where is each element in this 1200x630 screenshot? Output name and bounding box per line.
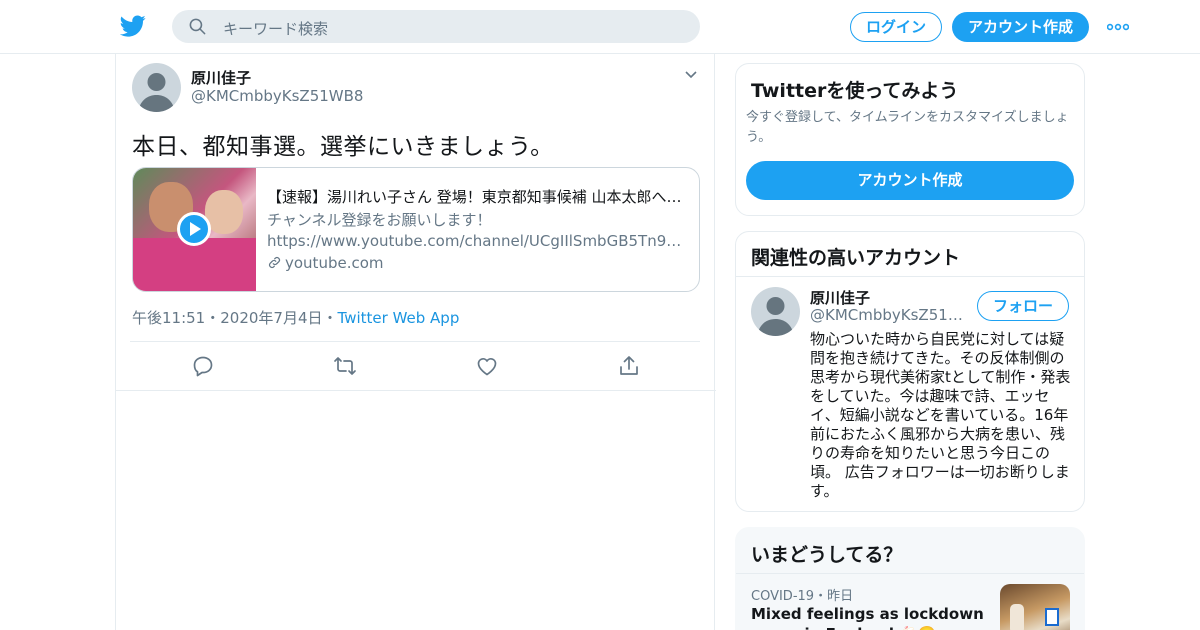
tweet-date[interactable]: 2020年7月4日	[220, 309, 322, 327]
trend-meta: COVID-19・昨日	[751, 585, 853, 604]
retweet-icon[interactable]	[333, 354, 357, 378]
related-accounts-module: 関連性の高いアカウント 原川佳子 @KMCmbbyKsZ51WB8 フォロー 物…	[735, 231, 1085, 512]
trend-headline[interactable]: Mixed feelings as lockdown eases in Engl…	[751, 604, 991, 630]
whats-happening-module: いまどうしてる？ COVID-19・昨日 Mixed feelings as l…	[735, 527, 1085, 630]
default-avatar-icon	[138, 73, 175, 112]
default-avatar-icon	[757, 297, 794, 336]
separator: ・	[322, 309, 338, 327]
play-icon[interactable]	[177, 212, 211, 246]
tweet-metadata: 午後11:51・2020年7月4日・Twitter Web App	[132, 307, 459, 328]
divider	[736, 276, 1084, 277]
trend-image[interactable]	[1000, 584, 1070, 630]
avatar[interactable]	[132, 63, 181, 112]
signup-prompt-module: Twitterを使ってみよう 今すぐ登録して、タイムラインをカスタマイズしましょ…	[735, 63, 1085, 216]
divider	[116, 390, 716, 391]
share-icon[interactable]	[617, 354, 641, 378]
card-text: 【速報】湯川れい子さん 登場！東京都知事候補 山本太郎へ… チャンネル登録をお願…	[267, 186, 687, 272]
module-title: 関連性の高いアカウント	[751, 247, 961, 269]
card-domain-text: youtube.com	[285, 254, 384, 272]
account-handle[interactable]: @KMCmbbyKsZ51WB8	[810, 306, 970, 324]
link-preview-card[interactable]: 【速報】湯川れい子さん 登場！東京都知事候補 山本太郎へ… チャンネル登録をお願…	[132, 167, 700, 292]
separator: ・	[205, 309, 221, 327]
signup-button[interactable]: アカウント作成	[952, 12, 1089, 42]
tweet-source-app[interactable]: Twitter Web App	[338, 309, 460, 327]
tweet-actions	[116, 354, 716, 380]
card-description: チャンネル登録をお願いします！	[267, 211, 492, 229]
card-domain: youtube.com	[267, 254, 687, 272]
separator: ・	[814, 589, 828, 604]
account-bio: 物心ついた時から自民党に対しては疑問を抱き続けてきた。その反体制側の思考から現代…	[810, 330, 1071, 500]
reply-icon[interactable]	[191, 354, 215, 378]
like-icon[interactable]	[475, 354, 499, 378]
divider	[130, 341, 700, 342]
chevron-down-icon[interactable]	[684, 70, 698, 80]
tweet-detail-column: 原川佳子 @KMCmbbyKsZ51WB8 本日、都知事選。選挙にいきましょう。…	[115, 54, 716, 630]
search-input-placeholder[interactable]: キーワード検索	[223, 18, 328, 39]
top-navigation-bar: キーワード検索 ログイン アカウント作成	[0, 0, 1200, 54]
search-box[interactable]: キーワード検索	[172, 10, 700, 43]
login-button[interactable]: ログイン	[850, 12, 942, 42]
video-thumbnail[interactable]	[133, 168, 256, 291]
card-title: 【速報】湯川れい子さん 登場！東京都知事候補 山本太郎へ…	[267, 188, 682, 206]
create-account-button[interactable]: アカウント作成	[746, 161, 1074, 200]
module-title: いまどうしてる？	[751, 544, 903, 566]
link-icon	[268, 256, 281, 269]
tweet-time[interactable]: 午後11:51	[132, 309, 205, 327]
follow-button[interactable]: フォロー	[977, 291, 1069, 321]
tweet-text: 本日、都知事選。選挙にいきましょう。	[132, 134, 554, 160]
search-icon	[189, 18, 206, 35]
trend-category: COVID-19	[751, 589, 815, 604]
twitter-bird-icon[interactable]	[120, 13, 146, 39]
more-dots-icon[interactable]	[1107, 21, 1129, 33]
module-subtitle: 今すぐ登録して、タイムラインをカスタマイズしましょう。	[746, 110, 1069, 145]
account-name[interactable]: 原川佳子	[810, 287, 870, 308]
author-name[interactable]: 原川佳子	[191, 67, 251, 88]
avatar[interactable]	[751, 287, 800, 336]
module-title: Twitterを使ってみよう	[751, 80, 959, 102]
trend-time: 昨日	[827, 589, 854, 604]
card-url: https://www.youtube.com/channel/UCgIIlSm…	[267, 232, 687, 250]
divider	[736, 573, 1084, 574]
author-handle[interactable]: @KMCmbbyKsZ51WB8	[191, 87, 363, 105]
